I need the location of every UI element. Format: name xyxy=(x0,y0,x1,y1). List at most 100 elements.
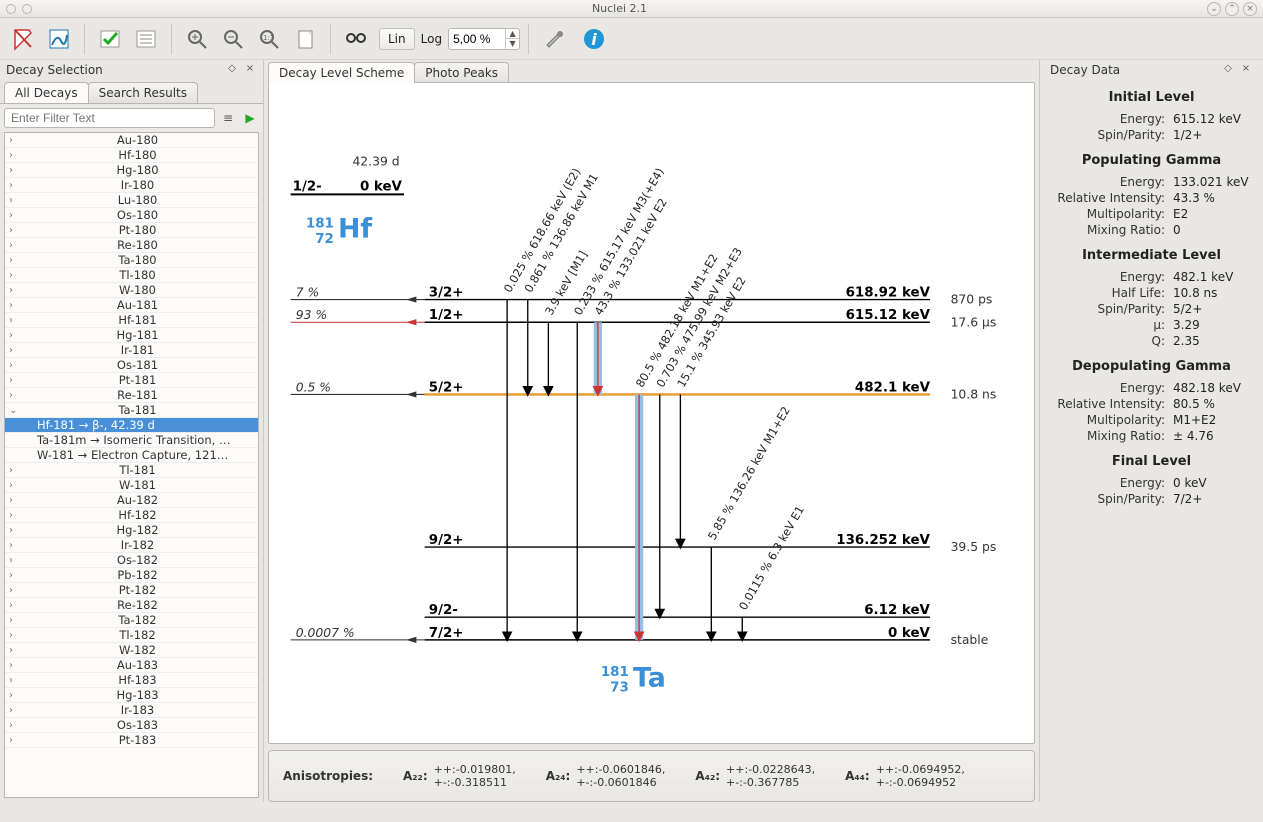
tree-item-child[interactable]: W-181 → Electron Capture, 121… xyxy=(5,448,258,463)
data-row: Energy:0 keV xyxy=(1044,475,1259,491)
tab-photo-peaks[interactable]: Photo Peaks xyxy=(414,62,509,83)
tree-item[interactable]: Au-182 xyxy=(5,493,258,508)
svg-text:482.1 keV: 482.1 keV xyxy=(855,380,931,395)
section-title: Initial Level xyxy=(1044,90,1259,105)
tree-item[interactable]: Ir-182 xyxy=(5,538,258,553)
tree-item[interactable]: Pt-180 xyxy=(5,223,258,238)
tree-item[interactable]: Ir-183 xyxy=(5,703,258,718)
log-scale-label[interactable]: Log xyxy=(421,32,442,46)
center-tabs: Decay Level Scheme Photo Peaks xyxy=(268,60,1035,83)
data-row: Multipolarity:M1+E2 xyxy=(1044,412,1259,428)
spin-up-icon[interactable]: ▲ xyxy=(505,29,519,39)
tree-item[interactable]: Os-182 xyxy=(5,553,258,568)
export-svg-button[interactable] xyxy=(42,22,76,56)
tree-item[interactable]: Pt-183 xyxy=(5,733,258,748)
maximize-button[interactable]: ⌃ xyxy=(1225,2,1239,16)
tree-item[interactable]: Hf-183 xyxy=(5,673,258,688)
filter-input[interactable] xyxy=(4,108,215,128)
threshold-spinner[interactable]: ▲▼ xyxy=(448,28,520,50)
info-button[interactable]: i xyxy=(577,22,611,56)
toolbar: 1:1 Lin Log ▲▼ i xyxy=(0,18,1263,60)
tree-item[interactable]: W-181 xyxy=(5,478,258,493)
svg-text:9/2+: 9/2+ xyxy=(429,533,464,548)
tree-item[interactable]: Ir-181 xyxy=(5,343,258,358)
tree-item[interactable]: Au-183 xyxy=(5,658,258,673)
tree-item[interactable]: Pb-182 xyxy=(5,568,258,583)
tree-item[interactable]: Hg-180 xyxy=(5,163,258,178)
tab-decay-level-scheme[interactable]: Decay Level Scheme xyxy=(268,62,415,83)
filter-row: ≡ ▶ xyxy=(0,103,263,132)
anisotropies-bar: Anisotropies: A₂₂:++:-0.019801,+-:-0.318… xyxy=(268,750,1035,802)
tree-item[interactable]: Hf-182 xyxy=(5,508,258,523)
linear-scale-button[interactable]: Lin xyxy=(379,28,415,50)
settings-button[interactable] xyxy=(537,22,571,56)
tree-item[interactable]: Os-180 xyxy=(5,208,258,223)
tree-item[interactable]: Re-182 xyxy=(5,598,258,613)
svg-text:39.5 ps: 39.5 ps xyxy=(951,540,997,554)
svg-text:1:1: 1:1 xyxy=(263,34,274,42)
tree-item[interactable]: Re-181 xyxy=(5,388,258,403)
apply-button[interactable] xyxy=(93,22,127,56)
page-button[interactable] xyxy=(288,22,322,56)
tree-item[interactable]: Tl-181 xyxy=(5,463,258,478)
spin-down-icon[interactable]: ▼ xyxy=(505,39,519,49)
close-panel-icon[interactable]: × xyxy=(243,63,257,77)
decay-data-content: Initial LevelEnergy:615.12 keVSpin/Parit… xyxy=(1044,80,1259,507)
tree-item[interactable]: Os-183 xyxy=(5,718,258,733)
tab-all-decays[interactable]: All Decays xyxy=(4,82,89,103)
section-title: Depopulating Gamma xyxy=(1044,359,1259,374)
close-panel-icon[interactable]: × xyxy=(1239,63,1253,77)
threshold-input[interactable] xyxy=(449,31,505,47)
nuclide-tree[interactable]: Au-180Hf-180Hg-180Ir-180Lu-180Os-180Pt-1… xyxy=(4,132,259,798)
svg-text:Ta: Ta xyxy=(633,662,666,693)
tree-item[interactable]: Re-180 xyxy=(5,238,258,253)
minimize-button[interactable]: ⌄ xyxy=(1207,2,1221,16)
app-menu-icon[interactable] xyxy=(6,4,16,14)
filter-options-icon[interactable]: ≡ xyxy=(219,109,237,127)
svg-text:7 %: 7 % xyxy=(296,285,320,299)
tree-item[interactable]: Au-181 xyxy=(5,298,258,313)
tree-item[interactable]: Ta-181 xyxy=(5,403,258,418)
tree-item[interactable]: W-180 xyxy=(5,283,258,298)
tree-item[interactable]: Ir-180 xyxy=(5,178,258,193)
tree-item[interactable]: W-182 xyxy=(5,643,258,658)
tree-item[interactable]: Hg-183 xyxy=(5,688,258,703)
tree-item[interactable]: Ta-182 xyxy=(5,613,258,628)
data-row: Q:2.35 xyxy=(1044,333,1259,349)
tree-item[interactable]: Hg-182 xyxy=(5,523,258,538)
tree-item-child[interactable]: Hf-181 → β-, 42.39 d xyxy=(5,418,258,433)
panel-title: Decay Selection ◇ × xyxy=(0,60,263,80)
svg-text:181: 181 xyxy=(306,216,334,231)
unpin-icon[interactable]: ◇ xyxy=(225,63,239,77)
tree-item[interactable]: Hf-180 xyxy=(5,148,258,163)
tree-item[interactable]: Os-181 xyxy=(5,358,258,373)
export-pdf-button[interactable] xyxy=(6,22,40,56)
level-scheme-viewport[interactable]: 42.39 d1/2-0 keV18172Hf18173Ta3/2+618.92… xyxy=(268,82,1035,744)
list-view-button[interactable] xyxy=(129,22,163,56)
tree-item[interactable]: Pt-182 xyxy=(5,583,258,598)
tree-item[interactable]: Pt-181 xyxy=(5,373,258,388)
tree-item[interactable]: Au-180 xyxy=(5,133,258,148)
tree-item-child[interactable]: Ta-181m → Isomeric Transition, … xyxy=(5,433,258,448)
data-row: Spin/Parity:7/2+ xyxy=(1044,491,1259,507)
anisotropies-label: Anisotropies: xyxy=(283,769,373,783)
tree-item[interactable]: Hg-181 xyxy=(5,328,258,343)
tree-item[interactable]: Tl-182 xyxy=(5,628,258,643)
tree-item[interactable]: Hf-181 xyxy=(5,313,258,328)
tree-item[interactable]: Lu-180 xyxy=(5,193,258,208)
svg-text:1/2+: 1/2+ xyxy=(429,308,464,323)
zoom-out-button[interactable] xyxy=(216,22,250,56)
zoom-in-button[interactable] xyxy=(180,22,214,56)
filter-run-icon[interactable]: ▶ xyxy=(241,109,259,127)
svg-text:618.92 keV: 618.92 keV xyxy=(846,285,931,300)
tree-item[interactable]: Ta-180 xyxy=(5,253,258,268)
data-row: Multipolarity:E2 xyxy=(1044,206,1259,222)
pin-icon[interactable] xyxy=(22,4,32,14)
tab-search-results[interactable]: Search Results xyxy=(88,82,198,103)
zoom-fit-button[interactable]: 1:1 xyxy=(252,22,286,56)
search-button[interactable] xyxy=(339,22,373,56)
unpin-icon[interactable]: ◇ xyxy=(1221,63,1235,77)
tree-item[interactable]: Tl-180 xyxy=(5,268,258,283)
close-button[interactable]: × xyxy=(1243,2,1257,16)
level-scheme-svg: 42.39 d1/2-0 keV18172Hf18173Ta3/2+618.92… xyxy=(269,83,1034,743)
